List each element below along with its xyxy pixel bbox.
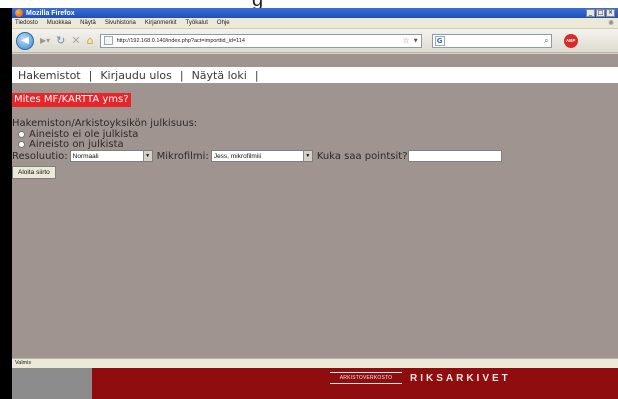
microfilm-label: Mikrofilmi: <box>156 150 209 162</box>
menu-item-help[interactable]: Ohje <box>217 20 230 26</box>
firefox-icon <box>15 9 23 17</box>
footer-gray-block <box>12 368 92 399</box>
minimize-button[interactable]: _ <box>586 9 595 17</box>
menu-item-bookmarks[interactable]: Kirjanmerkit <box>145 20 177 26</box>
resolution-select[interactable]: Normaali ▼ <box>69 150 153 162</box>
history-dropdown-icon[interactable]: ▼ <box>414 38 418 44</box>
chevron-down-icon[interactable]: ▼ <box>142 151 152 161</box>
menu-item-file[interactable]: Tiedosto <box>15 20 38 26</box>
search-icon[interactable]: ⌕ <box>544 36 548 46</box>
help-link[interactable]: Mites MF/KARTTA yms? <box>12 93 131 107</box>
nav-separator: | <box>254 68 259 82</box>
menu-bar: Tiedosto Muokkaa Näytä Sivuhistoria Kirj… <box>12 18 618 29</box>
points-label: Kuka saa pointsit? <box>316 150 408 162</box>
radio-public[interactable]: Aineisto on julkista <box>18 139 124 150</box>
google-icon[interactable]: G <box>434 35 445 46</box>
page-content: Hakemistot | Kirjaudu ulos | Näytä loki … <box>12 54 618 358</box>
start-transfer-button[interactable]: Aloita siirto <box>12 166 56 179</box>
forward-button[interactable]: ▶▾ <box>40 36 50 45</box>
menu-item-tools[interactable]: Työkalut <box>186 20 208 26</box>
stop-icon[interactable]: ✕ <box>71 34 80 47</box>
title-bar: Mozilla Firefox _ □ × <box>12 8 618 18</box>
back-button[interactable]: ◀ <box>16 31 34 50</box>
address-bar[interactable]: http://192.168.0.140/index.php?act=impor… <box>99 33 422 48</box>
transfer-form-row: Resoluutio: Normaali ▼ Mikrofilmi: Jess,… <box>12 150 502 162</box>
nav-separator: | <box>179 68 184 82</box>
points-input[interactable] <box>407 150 502 162</box>
resolution-value: Normaali <box>72 152 99 160</box>
radio-button[interactable] <box>18 131 25 138</box>
chevron-down-icon[interactable]: ▼ <box>302 151 312 161</box>
nav-separator: | <box>88 68 93 82</box>
close-button[interactable]: × <box>606 9 615 17</box>
logo-seal: ARKISTOVERKOSTO <box>330 372 402 384</box>
microfilm-select[interactable]: Jess, mikrofilmiii ▼ <box>210 150 313 162</box>
top-navigation: Hakemistot | Kirjaudu ulos | Näytä loki … <box>12 67 618 83</box>
page-icon <box>103 36 113 45</box>
microfilm-value: Jess, mikrofilmiii <box>213 152 262 160</box>
maximize-button[interactable]: □ <box>596 9 605 17</box>
home-icon[interactable]: ⌂ <box>87 34 94 47</box>
menu-item-history[interactable]: Sivuhistoria <box>105 20 136 26</box>
search-bar[interactable]: G ⌕ <box>431 33 552 48</box>
nav-link-show-log[interactable]: Näytä loki <box>190 69 255 82</box>
window-controls: _ □ × <box>586 9 615 17</box>
nav-link-directories[interactable]: Hakemistot <box>16 69 89 82</box>
reload-icon[interactable]: ↻ <box>56 34 65 47</box>
nav-link-logout[interactable]: Kirjaudu ulos <box>98 69 180 82</box>
adblock-icon[interactable]: ABP <box>563 33 578 48</box>
browser-window: Mozilla Firefox _ □ × Tiedosto Muokkaa N… <box>12 8 618 368</box>
slide-top-band: g <box>0 0 618 11</box>
address-url[interactable]: http://192.168.0.140/index.php?act=impor… <box>117 38 403 44</box>
visibility-label: Hakemiston/Arkistoyksikön julkisuus: <box>12 118 198 129</box>
window-title: Mozilla Firefox <box>26 9 75 17</box>
bookmark-star-icon[interactable]: ☆ <box>403 36 410 45</box>
navigation-toolbar: ◀ ▶▾ ↻ ✕ ⌂ http://192.168.0.140/index.ph… <box>12 29 618 53</box>
riksarkivet-logo: ARKISTOVERKOSTO RIKSARKIVET <box>330 372 511 384</box>
radio-label: Aineisto on julkista <box>29 139 124 150</box>
status-bar: Valmis <box>12 358 618 368</box>
menu-item-view[interactable]: Näytä <box>80 20 96 26</box>
resolution-label: Resoluutio: <box>12 150 68 162</box>
logo-brand: RIKSARKIVET <box>410 372 511 384</box>
throbber-icon: ✺ <box>608 20 614 27</box>
radio-button[interactable] <box>18 141 25 148</box>
menu-item-edit[interactable]: Muokkaa <box>47 20 71 26</box>
